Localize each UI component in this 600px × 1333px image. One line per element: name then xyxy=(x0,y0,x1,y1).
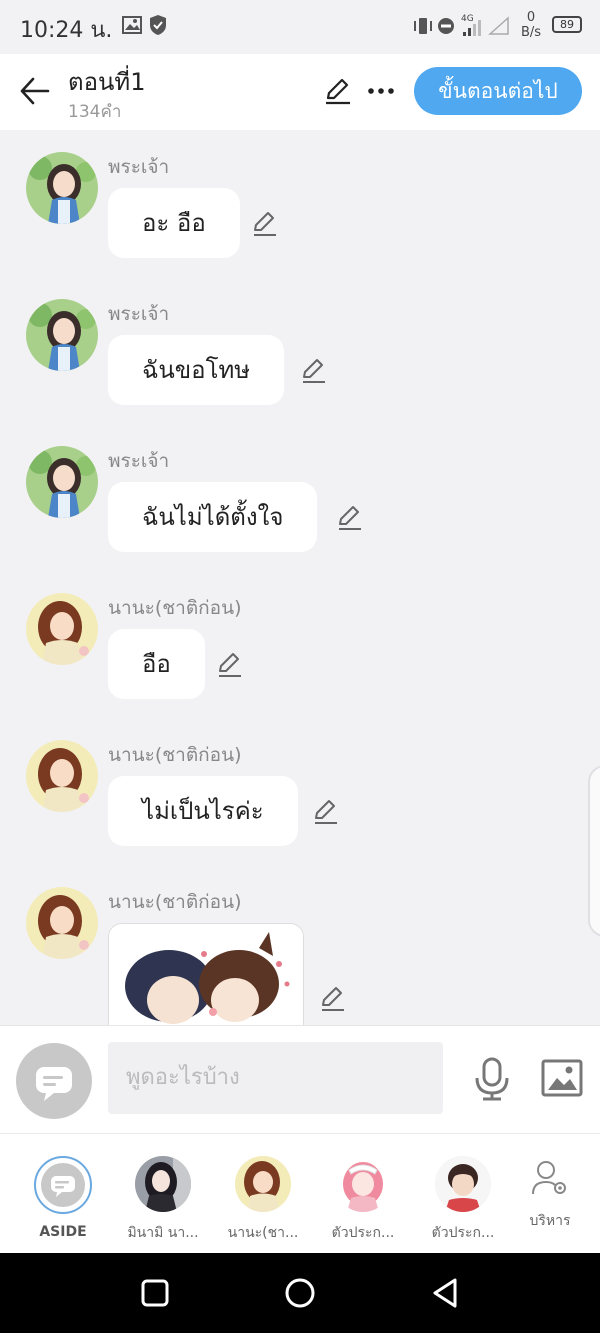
character-item[interactable]: ตัวประก... xyxy=(313,1156,413,1244)
message-bubble[interactable]: ฉันไม่ได้ตั้งใจ xyxy=(108,482,318,552)
character-label: ตัวประก... xyxy=(431,1225,495,1241)
back-button[interactable] xyxy=(18,74,52,108)
chat-message: พระเจ้า ฉันขอโทษ xyxy=(0,277,600,417)
edit-message-button[interactable] xyxy=(311,796,341,826)
svg-text:4G: 4G xyxy=(461,14,474,24)
back-nav-button[interactable] xyxy=(425,1273,465,1313)
message-bubble[interactable]: ฉันขอโทษ xyxy=(108,335,285,405)
edit-message-button[interactable] xyxy=(318,983,348,1013)
girl-dark-hair-avatar[interactable] xyxy=(26,152,98,224)
more-options-button[interactable] xyxy=(366,76,396,106)
square-icon xyxy=(141,1279,169,1307)
vibrate-icon xyxy=(412,16,434,40)
chat-message: พระเจ้า อะ อือ xyxy=(0,130,600,270)
microphone-icon xyxy=(475,1057,509,1101)
boy-dark-hair-avatar xyxy=(435,1156,491,1212)
sender-name: พระเจ้า xyxy=(108,156,170,178)
user-gear-icon xyxy=(522,1156,578,1212)
circle-icon xyxy=(285,1278,315,1308)
pencil-icon xyxy=(254,212,276,236)
gallery-icon xyxy=(121,14,143,40)
pencil-icon xyxy=(326,78,350,105)
image-icon xyxy=(541,1059,583,1097)
pencil-icon xyxy=(339,506,361,530)
battery-indicator: 89 xyxy=(552,16,582,33)
header: ตอนที่1 134คำ ขั้นตอนต่อไป xyxy=(0,54,600,130)
edit-title-button[interactable] xyxy=(322,74,354,106)
shield-icon xyxy=(148,14,168,40)
girl-brown-hair-avatar[interactable] xyxy=(26,593,98,665)
edit-message-button[interactable] xyxy=(299,355,329,385)
status-bar: 10:24 น. 4G 0 B/s 89 xyxy=(0,0,600,54)
next-step-button[interactable]: ขั้นตอนต่อไป xyxy=(414,67,582,115)
speech-bubble-icon xyxy=(36,1067,72,1101)
message-bubble[interactable]: อะ อือ xyxy=(108,188,240,258)
chat-message: นานะ(ชาติก่อน) xyxy=(0,865,600,1025)
character-aside[interactable]: ASIDE xyxy=(13,1156,113,1240)
pencil-icon xyxy=(315,800,337,824)
message-bubble[interactable]: ไม่เป็นไรค่ะ xyxy=(108,776,298,846)
girl-black-hair-avatar xyxy=(135,1156,191,1212)
pencil-icon xyxy=(303,359,325,383)
edit-message-button[interactable] xyxy=(215,649,245,679)
girl-brown-hair-avatar xyxy=(235,1156,291,1212)
network-speed: 0 B/s xyxy=(520,10,542,40)
insert-image-button[interactable] xyxy=(540,1058,584,1098)
home-button[interactable] xyxy=(280,1273,320,1313)
character-bar: ASIDE มินามิ นา... นานะ(ชา... ตัวประก...… xyxy=(0,1133,600,1253)
manage-label: บริหาร xyxy=(529,1213,571,1229)
edit-message-button[interactable] xyxy=(335,502,365,532)
sender-name: นานะ(ชาติก่อน) xyxy=(108,597,242,619)
episode-title: ตอนที่1 xyxy=(68,68,146,96)
pencil-icon xyxy=(219,653,241,677)
sender-name: พระเจ้า xyxy=(108,303,170,325)
character-item[interactable]: นานะ(ชา... xyxy=(213,1156,313,1244)
girl-dark-hair-avatar[interactable] xyxy=(26,446,98,518)
signal-empty-icon xyxy=(488,16,510,40)
chat-area[interactable]: พระเจ้า อะ อือ พระเจ้า ฉันขอโทษ พระเจ้า … xyxy=(0,130,600,1025)
message-input[interactable]: พูดอะไรบ้าง xyxy=(108,1042,443,1114)
dnd-icon xyxy=(437,17,455,39)
signal-4g-icon: 4G xyxy=(459,12,485,42)
manage-characters-button[interactable]: บริหาร xyxy=(500,1156,600,1232)
girl-brown-hair-avatar[interactable] xyxy=(26,740,98,812)
word-count: 134คำ xyxy=(68,102,122,122)
more-dots-icon xyxy=(368,88,394,94)
status-time: 10:24 น. xyxy=(20,18,113,43)
edit-message-button[interactable] xyxy=(250,208,280,238)
composer-bar: พูดอะไรบ้าง xyxy=(0,1025,600,1133)
triangle-back-icon xyxy=(433,1278,457,1308)
aside-icon xyxy=(34,1156,92,1214)
character-item[interactable]: ตัวประก... xyxy=(413,1156,513,1244)
pencil-icon xyxy=(322,987,344,1011)
side-drawer-handle[interactable] xyxy=(588,765,600,937)
character-label: ตัวประก... xyxy=(331,1225,395,1241)
sticker-image[interactable] xyxy=(108,923,304,1025)
chat-message: นานะ(ชาติก่อน) อือ xyxy=(0,571,600,711)
girl-dark-hair-avatar[interactable] xyxy=(26,299,98,371)
girl-brown-hair-avatar[interactable] xyxy=(26,887,98,959)
sender-name: นานะ(ชาติก่อน) xyxy=(108,744,242,766)
sender-name: นานะ(ชาติก่อน) xyxy=(108,891,242,913)
aside-toggle-button[interactable] xyxy=(16,1043,92,1119)
character-label: นานะ(ชา... xyxy=(227,1225,299,1241)
chat-message: นานะ(ชาติก่อน) ไม่เป็นไรค่ะ xyxy=(0,718,600,858)
arrow-left-icon xyxy=(20,77,50,105)
system-nav-bar xyxy=(0,1253,600,1333)
microphone-button[interactable] xyxy=(472,1056,512,1102)
girl-pink-hair-avatar xyxy=(335,1156,391,1212)
character-label: ASIDE xyxy=(39,1224,87,1240)
chat-message: พระเจ้า ฉันไม่ได้ตั้งใจ xyxy=(0,424,600,564)
message-bubble[interactable]: อือ xyxy=(108,629,205,699)
sender-name: พระเจ้า xyxy=(108,450,170,472)
character-item[interactable]: มินามิ นา... xyxy=(113,1156,213,1244)
recent-apps-button[interactable] xyxy=(135,1273,175,1313)
character-label: มินามิ นา... xyxy=(127,1225,199,1241)
